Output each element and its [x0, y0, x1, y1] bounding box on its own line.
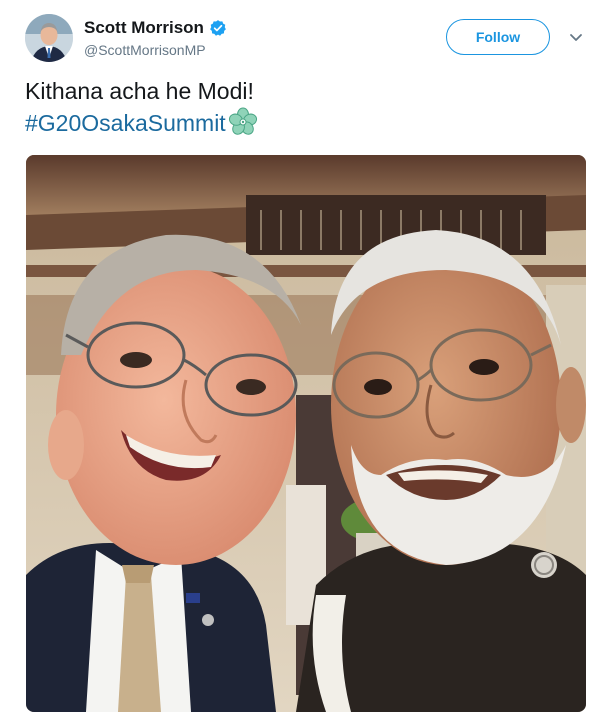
selfie-image [26, 155, 586, 712]
tweet-header: Scott Morrison @ScottMorrisonMP Follow [0, 0, 612, 70]
follow-button[interactable]: Follow [446, 19, 550, 55]
tweet-text-line: Kithana acha he Modi! [25, 78, 254, 104]
hashtag-link[interactable]: #G20OsakaSummit [25, 110, 226, 136]
author-display-name[interactable]: Scott Morrison [84, 17, 227, 39]
tweet-body: Kithana acha he Modi! #G20OsakaSummit [25, 76, 585, 139]
display-name-text: Scott Morrison [84, 18, 204, 37]
cherry-blossom-emoji-icon [228, 107, 257, 135]
tweet-photo[interactable] [26, 155, 586, 712]
author-avatar[interactable] [25, 14, 73, 62]
author-names: Scott Morrison @ScottMorrisonMP [84, 17, 227, 59]
tweet-hashtag-line: #G20OsakaSummit [25, 107, 585, 139]
chevron-down-icon[interactable] [567, 31, 585, 45]
author-handle[interactable]: @ScottMorrisonMP [84, 41, 227, 59]
verified-badge-icon [210, 20, 226, 36]
